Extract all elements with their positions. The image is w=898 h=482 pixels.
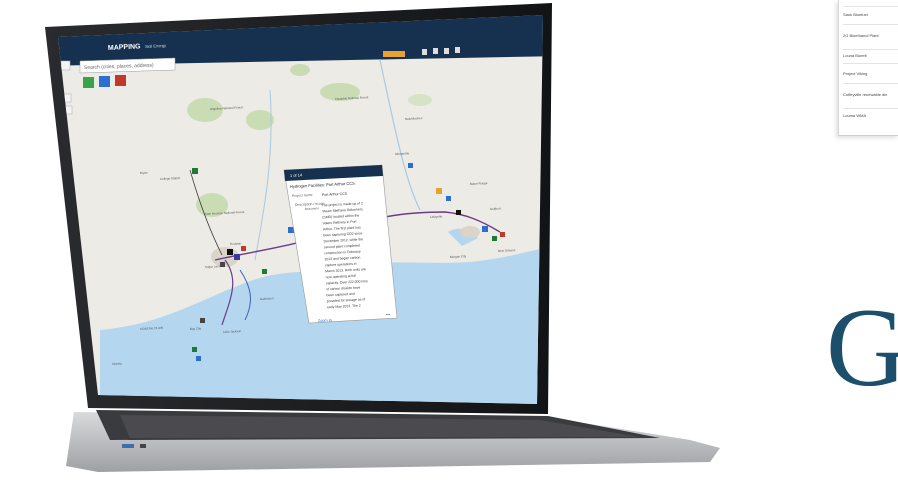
info-icon: [455, 47, 460, 53]
map-place-label: Beaumont: [305, 206, 319, 211]
map-place-label: Sugar Land: [205, 264, 221, 269]
map-place-label: Galveston: [260, 296, 274, 301]
map-place-label: Bay City: [190, 326, 202, 331]
map-place-label: Victoria: [112, 361, 122, 366]
print-icon: [444, 48, 449, 54]
usb-port: [122, 444, 134, 448]
laptop-illustration: MAPPING Skill Energy Search (cities, pla…: [45, 3, 720, 472]
layers-icon: [422, 49, 427, 55]
plus-icon: [60, 60, 71, 71]
map-place-label: Alexandria: [395, 151, 410, 156]
popup-zoom-link: Zoom to: [318, 318, 332, 323]
map-place-label: Lafayette: [430, 214, 443, 219]
add-layer-icon: [83, 77, 94, 88]
map-place-label: Bryan: [140, 171, 148, 175]
map-place-label: Houston: [230, 241, 242, 246]
help-icon: [99, 76, 110, 87]
basemap-icon: [433, 48, 438, 54]
popup-pager: 1 of 14: [290, 172, 303, 178]
alert-icon: [115, 75, 126, 86]
map-place-label: Gulfport: [490, 206, 501, 211]
